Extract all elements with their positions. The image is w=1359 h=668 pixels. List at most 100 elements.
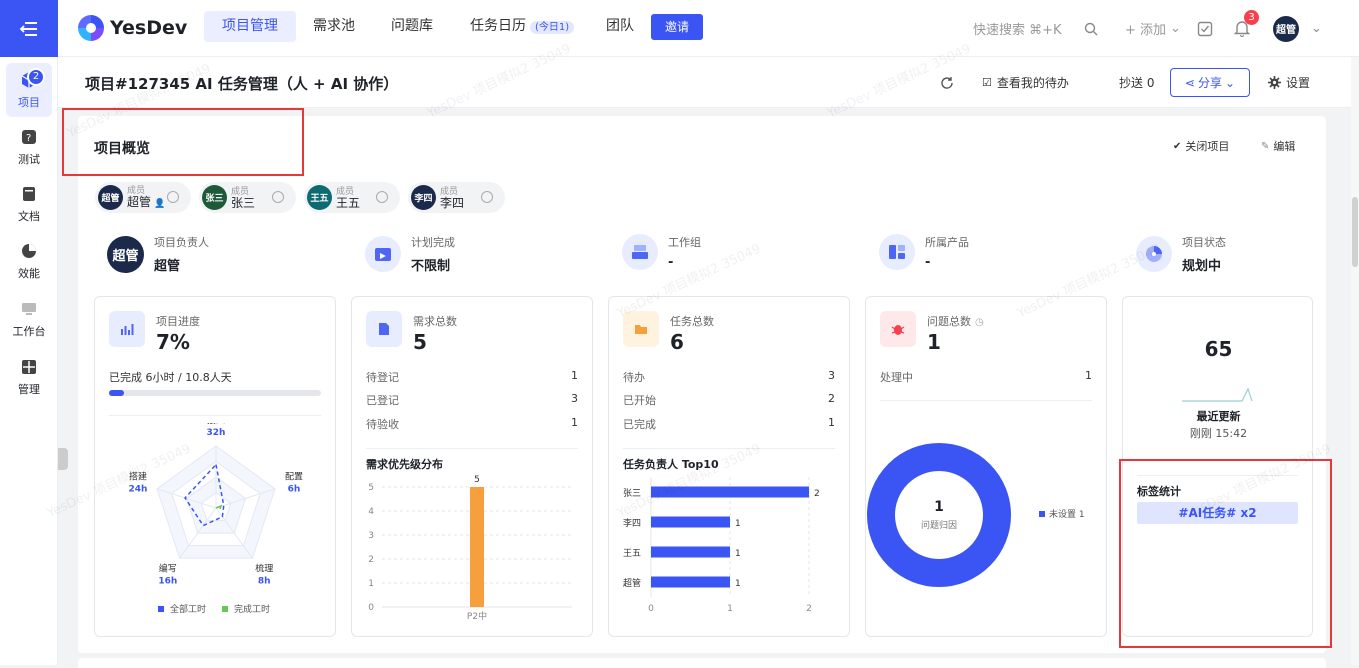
stat-row: 待验收 1 [366, 416, 578, 432]
history-icon[interactable]: ◷ [975, 317, 984, 328]
today-count-tag: (今日1) [530, 21, 575, 34]
member-chip[interactable]: 李四 成员 李四 [408, 182, 505, 213]
y-tick-label: 超管 [623, 577, 641, 589]
radar-axis-value: 8h [258, 576, 271, 586]
search-icon[interactable] [1084, 0, 1098, 57]
bar[interactable] [651, 516, 730, 528]
y-tick-label: 4 [368, 507, 374, 517]
project-header: 项目#127345 AI 任务管理（人 + AI 协作） ☑ 查看我的待办 抄送 … [58, 57, 1359, 108]
divider [366, 448, 578, 449]
progress-value: 7% [156, 330, 190, 354]
tab-team[interactable]: 团队 [588, 11, 652, 42]
member-name: 超管 [127, 194, 152, 209]
status-ring-icon [481, 191, 493, 203]
my-todo-label: 查看我的待办 [996, 76, 1069, 90]
logo[interactable]: YesDev [78, 15, 187, 41]
avatar: 王五 [307, 185, 332, 210]
scrollbar[interactable] [1351, 57, 1359, 665]
user-menu[interactable]: 超管 ⌄ [1273, 0, 1322, 57]
x-tick-label: 2 [806, 604, 812, 614]
bar[interactable] [470, 487, 484, 607]
tab-project-management[interactable]: 项目管理 [204, 11, 296, 42]
sidebar-item-label: 文档 [18, 210, 40, 223]
donut-ring [867, 443, 1011, 587]
radar-axis-label: 接入 [207, 423, 225, 426]
stat-value: 1 [1085, 369, 1092, 382]
member-chip[interactable]: 张三 成员 张三 [199, 182, 296, 213]
work-hours-radar-chart: 接入 32h 配置 6h 梳理 8h 编写 16h 搭建 24h 全部工时 完成工时 [129, 423, 303, 615]
info-label: 工作组 [668, 236, 701, 249]
bar-chart-icon [109, 311, 145, 347]
card-title: 需求总数 [413, 315, 457, 328]
y-tick-label: 0 [368, 603, 374, 613]
menu-toggle-button[interactable] [0, 0, 58, 57]
document-icon [366, 311, 402, 347]
project-count-badge: 2 [27, 68, 45, 86]
avatar: 超管 [98, 185, 123, 210]
card-title: 项目进度 [156, 315, 200, 328]
member-chip[interactable]: 王五 成员 王五 [304, 182, 400, 213]
member-name: 张三 [231, 195, 256, 210]
radar-axis-label: 配置 [285, 472, 303, 483]
status-ring-icon [376, 191, 388, 203]
tasks-count: 6 [670, 330, 684, 354]
stat-row: 已完成 1 [623, 416, 835, 432]
info-product: 所属产品 - [879, 234, 969, 270]
sidebar-collapse-handle[interactable] [58, 448, 68, 470]
cube-icon: 2 [19, 68, 45, 90]
y-tick-label: 张三 [623, 488, 641, 499]
edit-label: 编辑 [1273, 140, 1296, 153]
close-project-button[interactable]: ✔ 关闭项目 [1173, 138, 1229, 154]
scrollbar-thumb[interactable] [1352, 197, 1358, 267]
stat-row: 已开始 2 [623, 392, 835, 408]
tab-task-calendar[interactable]: 任务日历 (今日1) [452, 11, 592, 42]
tab-issue-library[interactable]: 问题库 [373, 11, 451, 42]
edit-button[interactable]: ✎ 编辑 [1261, 138, 1295, 154]
info-label: 项目负责人 [154, 236, 209, 249]
share-label: 分享 [1197, 76, 1222, 90]
legend-all-hours: 全部工时 [170, 603, 206, 615]
notification-bell[interactable]: 3 [1234, 0, 1259, 57]
info-label: 所属产品 [925, 236, 969, 249]
sidebar-item-test[interactable]: ? 测试 [0, 120, 58, 174]
activity-sparkline [1182, 387, 1253, 402]
y-tick-label: 王五 [623, 548, 641, 559]
bar[interactable] [651, 486, 809, 498]
tab-label: 团队 [606, 18, 634, 34]
stat-label: 待登记 [366, 371, 399, 384]
y-tick-label: 3 [368, 531, 374, 541]
bar[interactable] [651, 576, 730, 588]
stat-value: 3 [828, 369, 835, 382]
view-my-todo-link[interactable]: ☑ 查看我的待办 [982, 57, 1069, 108]
sidebar-item-label: 测试 [18, 153, 40, 166]
sidebar-item-workbench[interactable]: 工作台 [0, 292, 58, 346]
member-chip[interactable]: 超管 成员 超管 👤 [95, 182, 191, 213]
info-status: 项目状态 规划中 [1136, 234, 1226, 274]
stat-value: 2 [828, 392, 835, 405]
y-tick-label: 李四 [623, 517, 641, 529]
todo-checkbox-icon[interactable] [1197, 0, 1213, 57]
add-menu[interactable]: + 添加 ⌄ [1125, 0, 1181, 57]
refresh-icon[interactable] [940, 57, 954, 108]
bar-value-label: 1 [735, 519, 741, 529]
x-tick-label: P2中 [467, 610, 487, 622]
bar-value-label: 1 [735, 549, 741, 559]
tab-requirement-pool[interactable]: 需求池 [295, 11, 373, 42]
sidebar-item-docs[interactable]: 文档 [0, 177, 58, 231]
issues-card: 问题总数 ◷ 1 处理中 1 1 问题归因 未设置 1 [865, 296, 1107, 637]
sidebar-item-project[interactable]: 2 项目 [6, 63, 52, 117]
gauge-icon [1136, 236, 1172, 272]
progress-detail: 已完成 6小时 / 10.8人天 [109, 371, 232, 384]
share-button[interactable]: ⋖ 分享 ⌄ [1170, 68, 1250, 97]
quick-search[interactable]: 快速搜索 ⌘+K [973, 0, 1062, 57]
cc-count[interactable]: 抄送 0 [1119, 57, 1154, 108]
invite-button[interactable]: 邀请 [651, 14, 703, 40]
stat-value: 1 [571, 369, 578, 382]
sidebar-item-efficiency[interactable]: 效能 [0, 234, 58, 288]
bar[interactable] [651, 546, 730, 558]
sidebar-item-admin[interactable]: 管理 [0, 350, 58, 404]
info-plan: 计划完成 不限制 [365, 234, 455, 274]
stat-row: 处理中 1 [880, 369, 1092, 385]
settings-button[interactable]: 设置 [1268, 57, 1310, 108]
product-icon [879, 234, 915, 270]
